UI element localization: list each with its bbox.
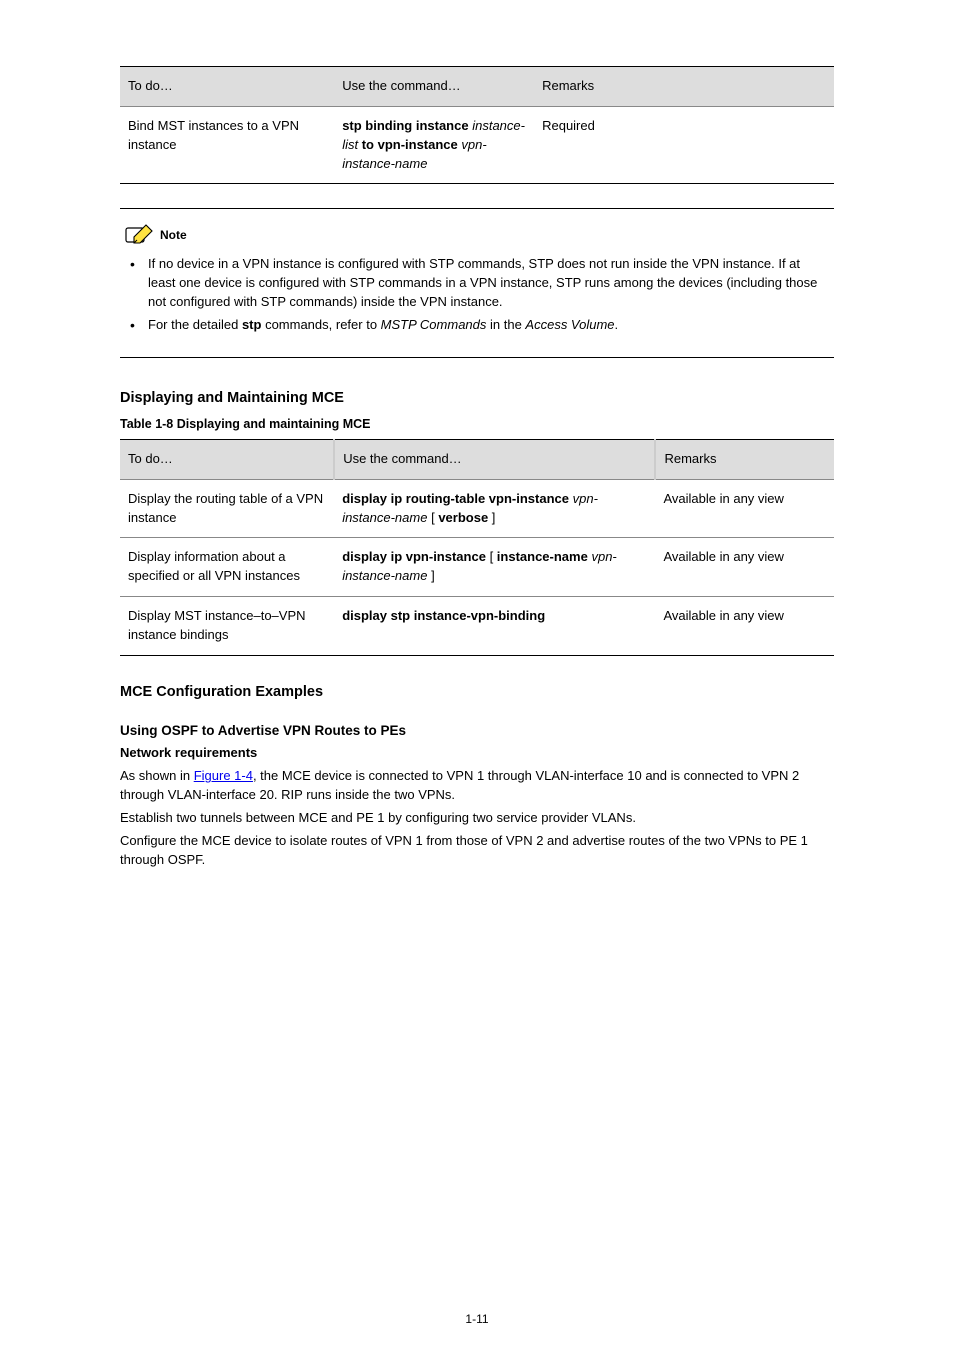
network-requirements-heading: Network requirements <box>120 744 834 763</box>
cell-remarks: Available in any view <box>655 597 834 656</box>
note-label: Note <box>160 227 187 244</box>
subsection-ospf: Using OSPF to Advertise VPN Routes to PE… <box>120 721 834 741</box>
cell-cmd: display stp instance-vpn-binding <box>334 597 655 656</box>
note-bullets: If no device in a VPN instance is config… <box>124 255 830 334</box>
cell-cmd: stp binding instance instance-list to vp… <box>334 106 534 184</box>
note-header: Note <box>124 223 830 247</box>
col-header-remarks: Remarks <box>534 67 834 107</box>
binding-table: To do… Use the command… Remarks Bind MST… <box>120 66 834 184</box>
cell-todo: Display MST instance–to–VPN instance bin… <box>120 597 334 656</box>
table-header-row: To do… Use the command… Remarks <box>120 67 834 107</box>
display-table: To do… Use the command… Remarks Display … <box>120 439 834 656</box>
col-header-todo: To do… <box>120 67 334 107</box>
table-row: Display MST instance–to–VPN instance bin… <box>120 597 834 656</box>
list-item: If no device in a VPN instance is config… <box>124 255 830 312</box>
table-row: Display the routing table of a VPN insta… <box>120 479 834 538</box>
cell-remarks: Required <box>534 106 834 184</box>
cell-cmd: display ip vpn-instance [ instance-name … <box>334 538 655 597</box>
cell-todo: Display the routing table of a VPN insta… <box>120 479 334 538</box>
table-row: Bind MST instances to a VPN instance stp… <box>120 106 834 184</box>
cell-todo: Bind MST instances to a VPN instance <box>120 106 334 184</box>
section-config-examples: MCE Configuration Examples <box>120 682 834 703</box>
requirements-para-3: Configure the MCE device to isolate rout… <box>120 832 834 870</box>
col-header-todo: To do… <box>120 439 334 479</box>
col-header-cmd: Use the command… <box>334 439 655 479</box>
requirements-para-2: Establish two tunnels between MCE and PE… <box>120 809 834 828</box>
cell-remarks: Available in any view <box>655 538 834 597</box>
col-header-remarks: Remarks <box>655 439 834 479</box>
table-row: Display information about a specified or… <box>120 538 834 597</box>
page-number: 1-11 <box>0 1311 954 1328</box>
cell-todo: Display information about a specified or… <box>120 538 334 597</box>
note-pencil-icon <box>124 223 154 247</box>
text: As shown in <box>120 768 194 783</box>
col-header-cmd: Use the command… <box>334 67 534 107</box>
table-caption: Table 1-8 Displaying and maintaining MCE <box>120 415 834 433</box>
section-display-maintain: Displaying and Maintaining MCE <box>120 388 834 409</box>
page: To do… Use the command… Remarks Bind MST… <box>0 0 954 1350</box>
cell-cmd: display ip routing-table vpn-instance vp… <box>334 479 655 538</box>
requirements-para-1: As shown in Figure 1-4, the MCE device i… <box>120 767 834 805</box>
figure-link[interactable]: Figure 1-4 <box>194 768 253 783</box>
note-callout: Note If no device in a VPN instance is c… <box>120 208 834 357</box>
list-item: For the detailed stp commands, refer to … <box>124 316 830 335</box>
cell-remarks: Available in any view <box>655 479 834 538</box>
table-header-row: To do… Use the command… Remarks <box>120 439 834 479</box>
